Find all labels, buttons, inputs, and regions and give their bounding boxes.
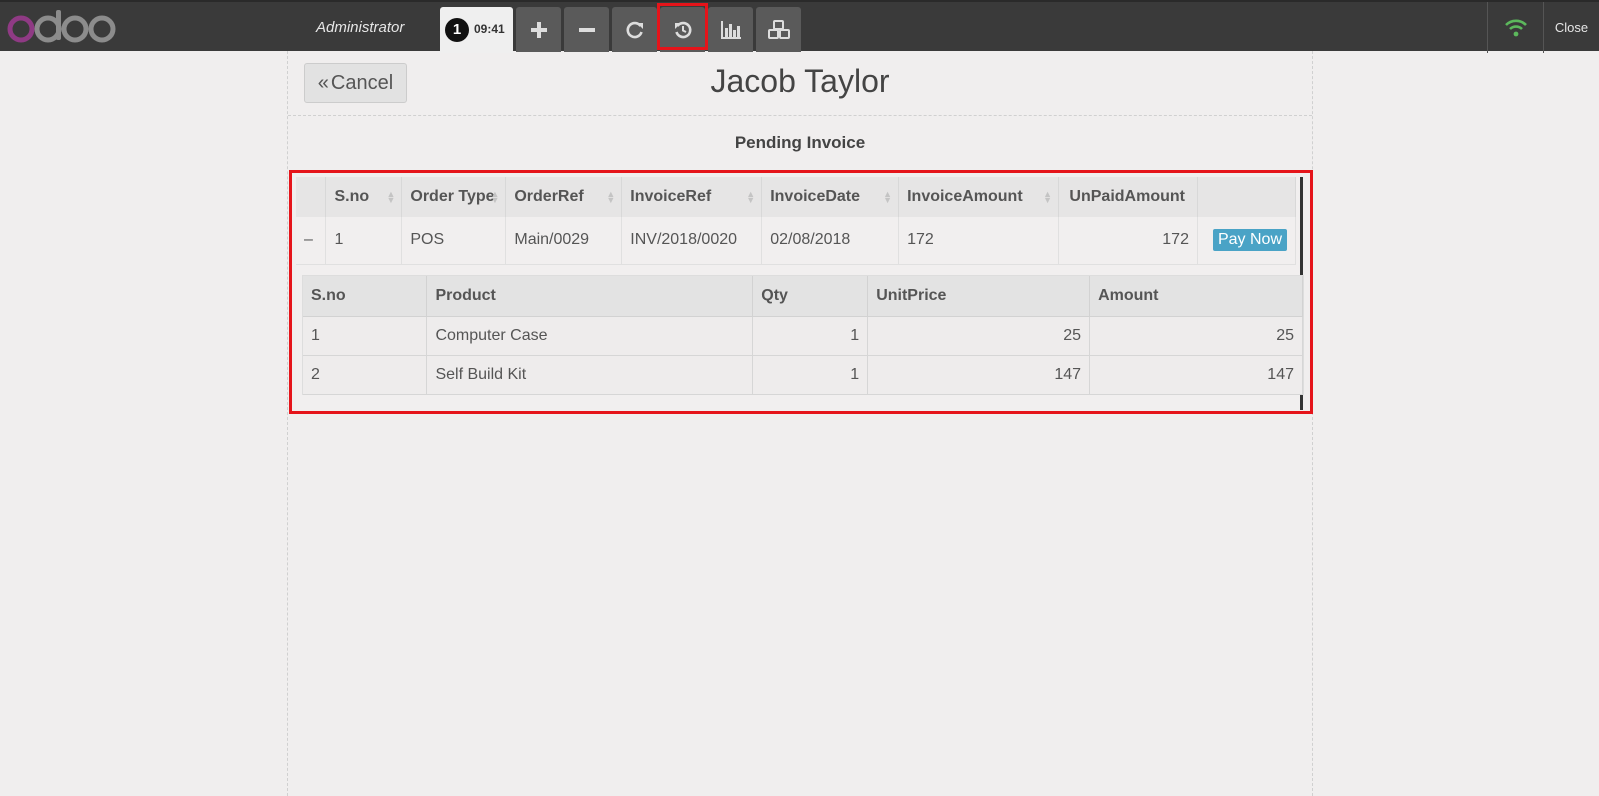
cubes-icon (767, 19, 790, 39)
connection-status[interactable] (1487, 2, 1543, 53)
column-header-invoice-amount[interactable]: InvoiceAmount ▲ ▼ (898, 177, 1059, 217)
minus-icon (578, 27, 595, 32)
order-time: 09:41 (474, 22, 505, 36)
cell-sno: 1 (325, 217, 403, 265)
customer-invoice-panel: Jacob Taylor « Cancel Pending Invoice (287, 51, 1313, 796)
cell-sno: 1 (303, 316, 428, 356)
sort-icon: ▲ ▼ (386, 189, 396, 205)
cancel-button[interactable]: « Cancel (304, 63, 407, 103)
column-header-amount: Amount (1089, 276, 1303, 317)
wifi-icon (1504, 19, 1527, 36)
order-tab[interactable]: 1 09:41 (440, 7, 513, 53)
sort-icon: ▲ ▼ (883, 189, 893, 205)
refresh-icon (626, 21, 643, 38)
column-header-sno: S.no (303, 276, 428, 317)
new-order-button[interactable] (516, 7, 561, 52)
cell-unit-price: 25 (867, 316, 1091, 356)
invoice-table-container: S.no ▲ ▼ Order Type ▲ ▼ OrderRef ▲ ▼ InvoiceRe… (296, 177, 1304, 410)
cell-order-type: POS (401, 217, 507, 265)
cell-invoice-amount: 172 (898, 217, 1059, 265)
refresh-button[interactable] (612, 7, 657, 52)
order-number-badge: 1 (445, 18, 469, 42)
table-row: 1 Computer Case 1 25 25 (303, 316, 1303, 356)
sort-icon: ▲ ▼ (1043, 189, 1052, 205)
table-row[interactable]: – 1 POS Main/0029 INV/2018/0020 02/08/20… (296, 217, 1297, 265)
products-button[interactable] (756, 7, 801, 52)
sort-icon: ▲ ▼ (606, 189, 616, 205)
customer-name: Jacob Taylor (710, 63, 890, 99)
column-header-order-type[interactable]: Order Type ▲ ▼ (401, 177, 507, 217)
cell-qty: 1 (752, 316, 869, 356)
column-header-product: Product (426, 276, 754, 317)
column-header-invoice-ref[interactable]: InvoiceRef ▲ ▼ (621, 177, 763, 217)
pos-topbar: Administrator 1 09:41 Close (0, 0, 1599, 53)
close-button[interactable]: Close (1543, 2, 1599, 53)
reports-button[interactable] (708, 7, 753, 52)
cell-order-ref: Main/0029 (505, 217, 623, 265)
cell-unpaid-amount: 172 (1058, 217, 1198, 265)
odoo-logo (7, 10, 116, 43)
invoice-header-row: S.no ▲ ▼ Order Type ▲ ▼ OrderRef ▲ ▼ InvoiceRe… (296, 177, 1297, 217)
column-header-qty: Qty (752, 276, 869, 317)
screen-header: Jacob Taylor « Cancel (288, 51, 1312, 116)
cell-product: Computer Case (426, 316, 754, 356)
double-chevron-left-icon: « (317, 71, 329, 94)
sort-icon: ▲ ▼ (746, 189, 756, 205)
column-header-order-ref[interactable]: OrderRef ▲ ▼ (505, 177, 623, 217)
cell-sno: 2 (303, 355, 428, 395)
username[interactable]: Administrator (316, 19, 404, 36)
pay-now-button[interactable]: Pay Now (1212, 229, 1287, 252)
cell-unit-price: 147 (867, 355, 1091, 395)
sort-icon: ▲ ▼ (490, 189, 500, 205)
cell-product: Self Build Kit (426, 355, 754, 395)
detail-header-row: S.no Product Qty UnitPrice Amount (303, 276, 1303, 317)
cell-amount: 25 (1089, 316, 1303, 356)
cell-invoice-date: 02/08/2018 (761, 217, 900, 265)
pending-invoice-table: S.no ▲ ▼ Order Type ▲ ▼ OrderRef ▲ ▼ InvoiceRe… (296, 177, 1297, 265)
chart-icon (720, 20, 741, 39)
section-title: Pending Invoice (734, 133, 866, 152)
column-header-unit-price: UnitPrice (867, 276, 1091, 317)
cell-action: Pay Now (1197, 217, 1297, 265)
toggle-header (296, 177, 327, 217)
cell-amount: 147 (1089, 355, 1303, 395)
column-header-unpaid-amount[interactable]: UnPaidAmount (1058, 177, 1198, 217)
column-header-sno[interactable]: S.no ▲ ▼ (325, 177, 403, 217)
delete-order-button[interactable] (564, 7, 609, 52)
invoice-table-highlight: S.no ▲ ▼ Order Type ▲ ▼ OrderRef ▲ ▼ InvoiceRe… (289, 170, 1313, 414)
history-button-highlight (657, 3, 708, 50)
cell-qty: 1 (752, 355, 869, 395)
cell-invoice-ref: INV/2018/0020 (621, 217, 763, 265)
invoice-detail-container: S.no Product Qty UnitPrice Amount 1 Comp… (302, 275, 1304, 395)
invoice-lines-table: S.no Product Qty UnitPrice Amount 1 Comp… (303, 276, 1303, 395)
action-header (1197, 177, 1297, 217)
cancel-label: Cancel (330, 71, 394, 94)
column-header-invoice-date[interactable]: InvoiceDate ▲ ▼ (761, 177, 900, 217)
plus-icon (530, 21, 547, 38)
table-row: 2 Self Build Kit 1 147 147 (303, 355, 1303, 395)
collapse-toggle[interactable]: – (296, 217, 327, 265)
